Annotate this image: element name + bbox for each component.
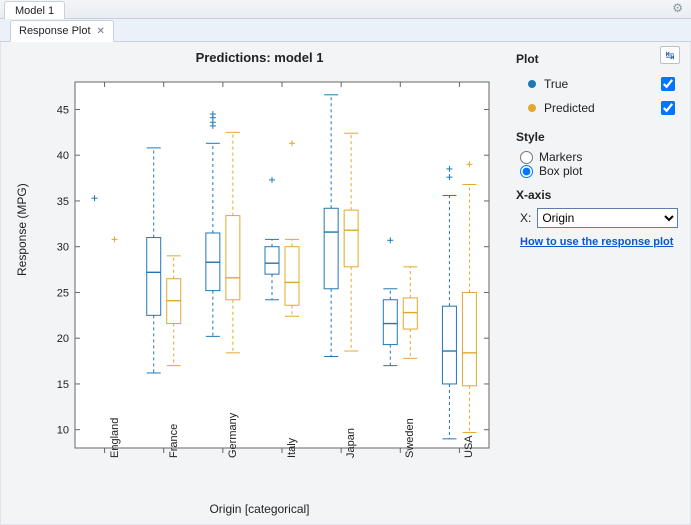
x-axis-label: Origin [categorical] — [9, 502, 510, 516]
legend-row-true: True — [516, 72, 682, 96]
svg-text:40: 40 — [57, 150, 69, 162]
style-header: Style — [516, 130, 682, 144]
style-option-label: Markers — [539, 150, 582, 164]
style-radio-box-plot[interactable] — [520, 165, 533, 178]
plot-pane: Predictions: model 1 10 15 20 25 30 35 40 45 Re… — [9, 48, 510, 516]
options-panel: Plot True Predicted Style MarkersBox plot… — [516, 48, 682, 516]
xaxis-header: X-axis — [516, 188, 682, 202]
legend-label: Predicted — [544, 101, 649, 115]
toolstrip-tab-model1[interactable]: Model 1 — [4, 1, 65, 19]
style-option-row: Markers — [516, 150, 682, 164]
style-radio-markers[interactable] — [520, 151, 533, 164]
help-link[interactable]: How to use the response plot — [516, 234, 682, 250]
legend-header: Plot — [516, 52, 682, 66]
style-option-row: Box plot — [516, 164, 682, 178]
svg-text:25: 25 — [57, 287, 69, 299]
expand-panel-button[interactable]: ↹ — [660, 46, 680, 64]
x-tick-label: Japan — [345, 428, 357, 458]
legend-marker-icon — [528, 80, 536, 88]
toolstrip: Model 1 ⚙ — [0, 0, 691, 19]
toolstrip-tab-label: Model 1 — [15, 5, 54, 17]
xaxis-select[interactable]: Origin — [537, 208, 678, 228]
close-icon[interactable]: ✕ — [97, 26, 105, 37]
legend-row-predicted: Predicted — [516, 96, 682, 120]
x-tick-label: England — [109, 418, 121, 458]
x-tick-label: Sweden — [404, 418, 416, 458]
x-tick-label: USA — [463, 435, 475, 458]
legend-checkbox-predicted[interactable] — [661, 101, 675, 115]
style-option-label: Box plot — [539, 164, 582, 178]
svg-text:15: 15 — [57, 379, 69, 391]
svg-text:20: 20 — [57, 333, 69, 345]
document-tab-bar: Response Plot ✕ — [0, 19, 691, 42]
svg-text:30: 30 — [57, 242, 69, 254]
x-tick-label: France — [168, 424, 180, 458]
plot-title: Predictions: model 1 — [9, 50, 510, 65]
gear-icon[interactable]: ⚙ — [672, 1, 683, 15]
legend-checkbox-true[interactable] — [661, 77, 675, 91]
svg-text:35: 35 — [57, 196, 69, 208]
xaxis-label: X: — [520, 211, 531, 225]
x-tick-label: Italy — [286, 438, 298, 458]
y-axis-label: Response (MPG) — [15, 183, 29, 276]
legend-marker-icon — [528, 104, 536, 112]
response-boxplot: 10 15 20 25 30 35 40 45 — [9, 68, 499, 518]
svg-text:45: 45 — [57, 104, 69, 116]
x-tick-label: Germany — [227, 413, 239, 458]
svg-text:10: 10 — [57, 425, 69, 437]
document-tab-label: Response Plot — [19, 25, 91, 37]
document-tab-response-plot[interactable]: Response Plot ✕ — [10, 20, 114, 42]
legend-label: True — [544, 77, 649, 91]
